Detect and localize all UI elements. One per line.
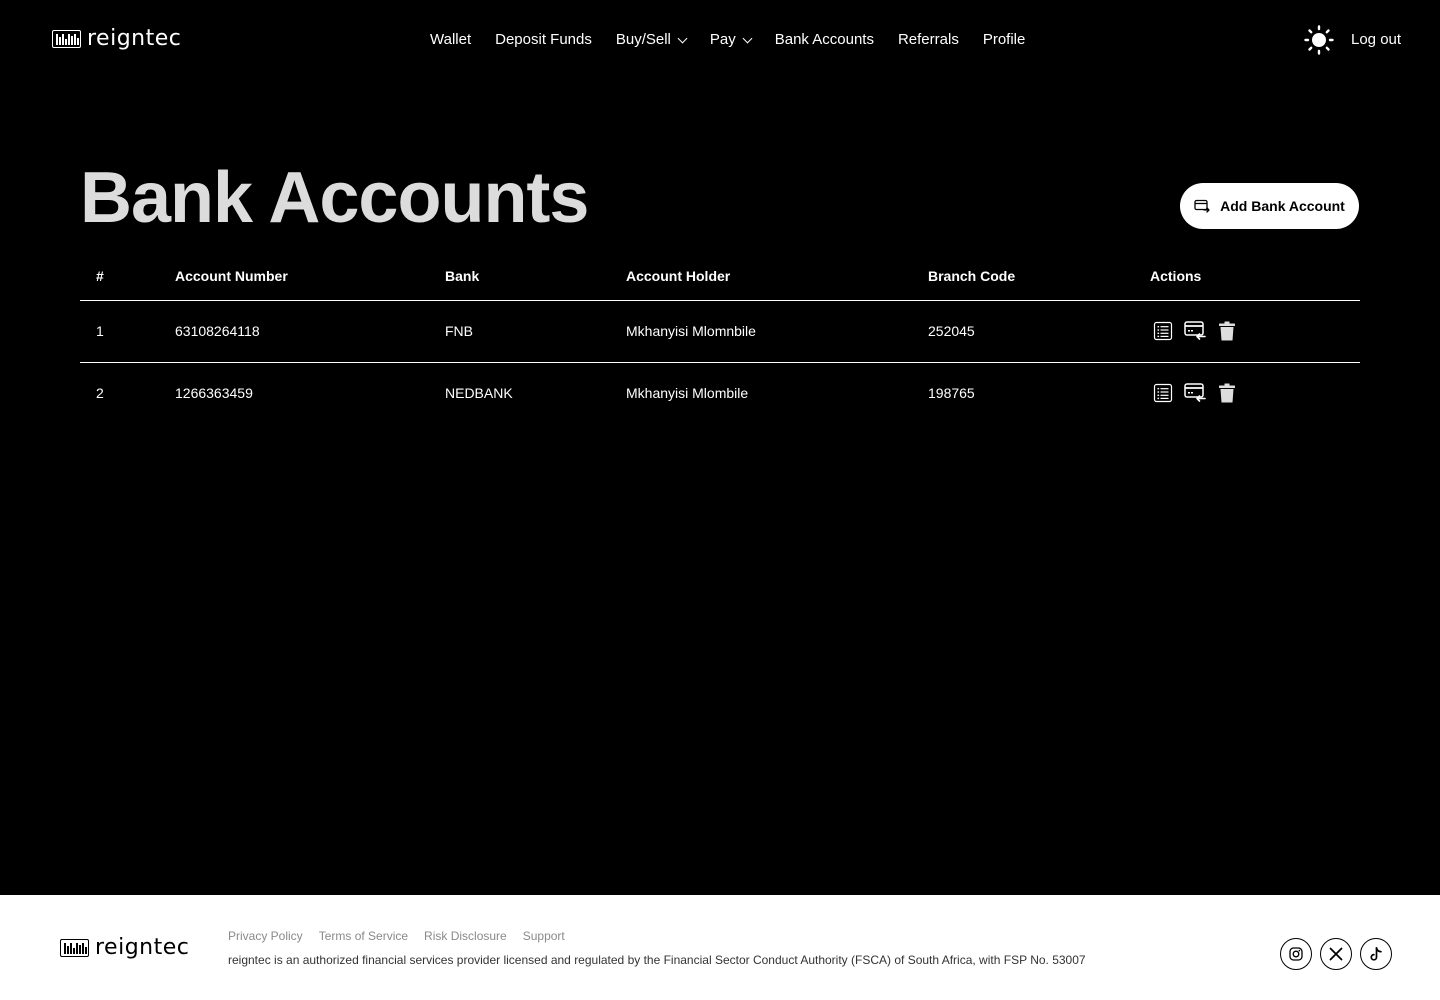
footer-links: Privacy Policy Terms of Service Risk Dis… [228,928,565,944]
barcode-logo-icon [60,939,89,957]
delete-account-button[interactable] [1215,381,1239,405]
table-row: 2 1266363459 NEDBANK Mkhanyisi Mlombile … [80,363,1360,425]
cell-account-number: 63108264118 [175,323,260,339]
withdraw-card-icon [1184,383,1206,402]
cell-branch-code: 198765 [928,385,975,401]
add-button-label: Add Bank Account [1220,198,1345,214]
delete-account-button[interactable] [1215,319,1239,343]
social-links [1280,938,1392,970]
cell-bank: FNB [445,323,473,339]
view-details-button[interactable] [1151,319,1175,343]
terms-of-service-link[interactable]: Terms of Service [319,928,408,944]
row-actions [1151,381,1239,405]
support-link[interactable]: Support [523,928,565,944]
col-header-actions: Actions [1150,268,1202,284]
withdraw-to-account-button[interactable] [1183,381,1207,405]
nav-label: Deposit Funds [495,31,592,48]
withdraw-card-icon [1184,321,1206,340]
privacy-policy-link[interactable]: Privacy Policy [228,928,303,944]
table-header: # Account Number Bank Account Holder Bra… [80,256,1360,301]
bank-accounts-table: # Account Number Bank Account Holder Bra… [80,256,1360,425]
nav-wallet[interactable]: Wallet [430,30,471,50]
risk-disclosure-link[interactable]: Risk Disclosure [424,928,507,944]
table-row: 1 63108264118 FNB Mkhanyisi Mlomnbile 25… [80,301,1360,363]
col-header-bank: Bank [445,268,480,284]
x-twitter-link[interactable] [1320,938,1352,970]
nav-label: Wallet [430,31,472,48]
col-header-index: # [96,268,104,284]
site-footer: reigntec Privacy Policy Terms of Service… [0,895,1440,1000]
row-actions [1151,319,1239,343]
legal-disclaimer: reigntec is an authorized financial serv… [228,953,1086,967]
main-nav: Wallet Deposit Funds Buy/Sell Pay Bank A… [430,30,1025,50]
sun-icon [1304,25,1334,55]
chevron-down-icon [677,33,688,43]
barcode-logo-icon [52,30,81,48]
cell-account-holder: Mkhanyisi Mlomnbile [626,323,756,339]
x-icon [1329,947,1343,961]
nav-label: Bank Accounts [774,31,874,48]
top-header: reigntec Wallet Deposit Funds Buy/Sell P… [0,0,1440,80]
nav-label: Buy/Sell [615,31,671,48]
cell-bank: NEDBANK [445,385,513,401]
instagram-icon [1289,947,1303,961]
cell-account-holder: Mkhanyisi Mlombile [626,385,749,401]
brand-logo[interactable]: reigntec [52,28,181,50]
logout-link[interactable]: Log out [1351,30,1401,50]
view-details-button[interactable] [1151,381,1175,405]
nav-referrals[interactable]: Referrals [898,30,959,50]
nav-profile[interactable]: Profile [983,30,1026,50]
nav-deposit-funds[interactable]: Deposit Funds [495,30,592,50]
nav-label: Pay [709,31,736,48]
add-bank-account-button[interactable]: Add Bank Account [1180,183,1359,229]
card-transfer-icon [1194,199,1210,213]
nav-buy-sell[interactable]: Buy/Sell [615,30,688,50]
details-list-icon [1153,321,1173,341]
col-header-account-holder: Account Holder [626,268,731,284]
tiktok-icon [1370,946,1382,961]
details-list-icon [1153,383,1173,403]
nav-pay[interactable]: Pay [709,30,753,50]
trash-icon [1219,321,1235,341]
nav-label: Profile [982,31,1026,48]
chevron-down-icon [742,33,753,43]
cell-branch-code: 252045 [928,323,975,339]
brand-name: reigntec [87,26,182,51]
theme-toggle-button[interactable] [1303,24,1335,56]
nav-label: Referrals [897,31,959,48]
cell-account-number: 1266363459 [175,385,253,401]
cell-index: 1 [96,323,104,339]
footer-brand-logo[interactable]: reigntec [60,937,189,959]
page-title: Bank Accounts [80,158,589,238]
instagram-link[interactable] [1280,938,1312,970]
nav-bank-accounts[interactable]: Bank Accounts [775,30,874,50]
trash-icon [1219,383,1235,403]
tiktok-link[interactable] [1360,938,1392,970]
footer-brand-name: reigntec [95,935,190,960]
col-header-account-number: Account Number [175,268,288,284]
col-header-branch-code: Branch Code [928,268,1016,284]
withdraw-to-account-button[interactable] [1183,319,1207,343]
cell-index: 2 [96,385,104,401]
